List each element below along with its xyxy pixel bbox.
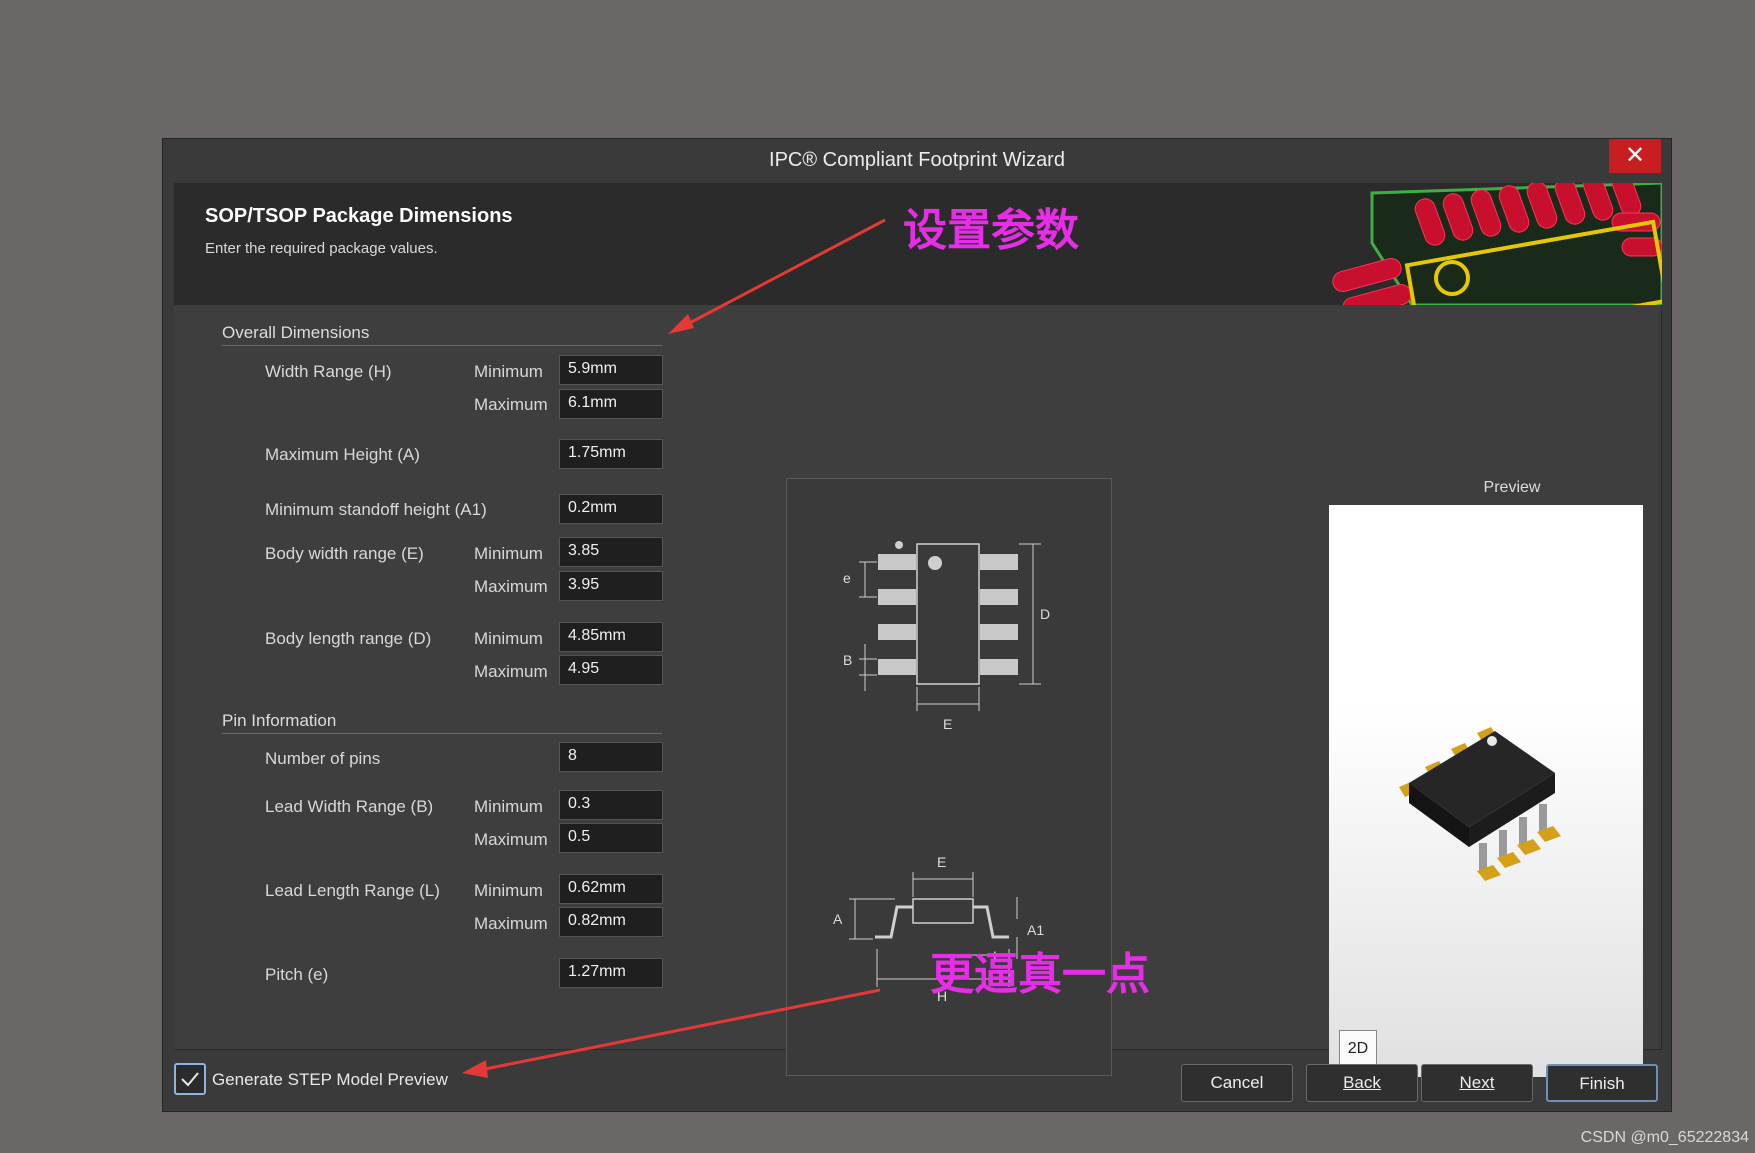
annotation-arrows xyxy=(462,218,886,1078)
arrow-head-icon xyxy=(668,314,694,334)
arrow-head-icon xyxy=(462,1060,488,1078)
watermark: CSDN @m0_65222834 xyxy=(1580,1129,1749,1146)
